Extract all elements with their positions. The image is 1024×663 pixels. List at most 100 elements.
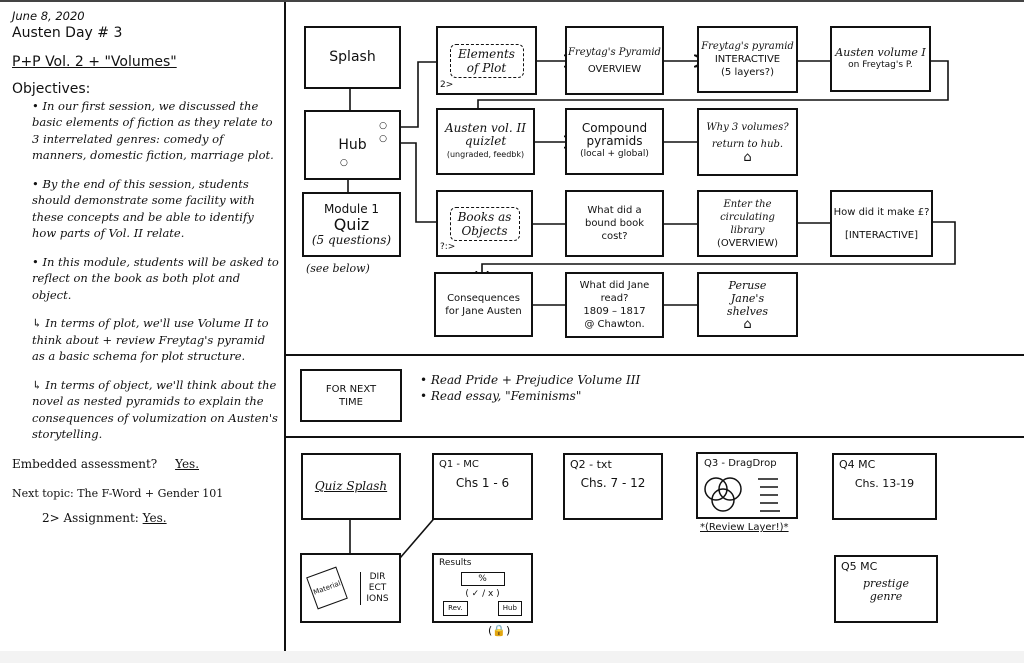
q2-sub: Chs. 7 - 12 (580, 476, 646, 490)
objectives-label: Objectives: (12, 80, 91, 97)
results-title: Results (439, 558, 472, 568)
elements-corner: 2> (440, 80, 454, 90)
freytag-interactive-screen[interactable]: Freytag's pyramid INTERACTIVE (5 layers?) (697, 26, 798, 93)
q2-screen[interactable]: Q2 - txt Chs. 7 - 12 (563, 453, 663, 520)
results-screen[interactable]: Results % ( ✓ / x ) Rev. Hub (432, 553, 533, 623)
consequences-title: Consequences for Jane Austen (445, 292, 522, 317)
library-sub: (OVERVIEW) (716, 237, 779, 249)
directions-screen[interactable]: Material DIR ECT IONS (300, 553, 401, 623)
freytag-interactive-title: Freytag's pyramid (701, 41, 794, 52)
splash-label: Splash (329, 49, 376, 65)
quiz-note: (see below) (306, 262, 370, 275)
quiz-line3: (5 questions) (311, 232, 392, 247)
for-next-time-box: FOR NEXT TIME (300, 369, 402, 422)
freytag-overview-title: Freytag's Pyramid (568, 46, 661, 58)
notes-date: June 8, 2020 (12, 9, 85, 23)
next-time-item: • Read Pride + Prejudice Volume III (420, 373, 641, 387)
embedded-label: Embedded assessment? (12, 456, 158, 471)
circulating-library-screen[interactable]: Enter the circulating library (OVERVIEW) (697, 190, 798, 257)
next-time-label: FOR NEXT TIME (325, 383, 377, 408)
home-icon[interactable]: ⌂ (743, 151, 751, 164)
notes-day: Austen Day # 3 (12, 24, 123, 41)
q1-screen[interactable]: Q1 - MC Chs 1 - 6 (432, 453, 533, 520)
make-sub: [INTERACTIVE] (844, 229, 919, 241)
books-corner: ?:> (440, 242, 456, 252)
quiz-line1: Module 1 (323, 201, 380, 216)
compound-pyramids-screen[interactable]: Compound pyramids (local + global) (565, 108, 664, 175)
q4-sub: Chs. 13-19 (854, 477, 915, 490)
assignment-value: Yes. (142, 510, 167, 525)
q4-screen[interactable]: Q4 MC Chs. 13-19 (832, 453, 937, 520)
embedded-value: Yes. (175, 456, 200, 471)
library-title: Enter the circulating library (720, 198, 775, 236)
jane-read-years: 1809 – 1817 (583, 306, 646, 317)
cost-title: What did a bound book cost? (584, 205, 645, 242)
freytag-overview-screen[interactable]: Freytag's Pyramid OVERVIEW (565, 26, 664, 95)
quizlet-title: Austen vol. II quizlet (445, 121, 526, 148)
venn-diagram-icon (704, 476, 780, 512)
next-topic: Next topic: The F-Word + Gender 101 (12, 486, 224, 500)
why-three-volumes-screen[interactable]: Why 3 volumes? return to hub. ⌂ (697, 108, 798, 176)
jane-read-title: What did Jane read? (579, 280, 650, 304)
q5-screen[interactable]: Q5 MC prestige genre (834, 555, 938, 623)
how-make-money-screen[interactable]: How did it make £? [INTERACTIVE] (830, 190, 933, 257)
peruse-shelves-screen[interactable]: Peruse Jane's shelves ⌂ (697, 272, 798, 337)
objective: ↳ In terms of object, we'll think about … (32, 377, 278, 442)
home-icon[interactable]: ⌂ (743, 318, 751, 331)
jane-read-place: @ Chawton. (584, 319, 645, 330)
elements-of-plot-screen[interactable]: Elements of Plot 2> (436, 26, 537, 95)
compound-sub: (local + global) (580, 149, 649, 159)
compound-title: Compound pyramids (581, 121, 648, 148)
bound-book-cost-screen[interactable]: What did a bound book cost? (565, 190, 664, 257)
module-quiz-screen[interactable]: Module 1 Quiz (5 questions) (302, 192, 401, 257)
lock-icon: (🔒) (488, 624, 511, 637)
jane-read-screen[interactable]: What did Jane read? 1809 – 1817 @ Chawton. (565, 272, 664, 338)
q4-title: Q4 MC (839, 458, 876, 471)
hub-button-icon: ○ (340, 158, 348, 168)
quizlet-screen[interactable]: Austen vol. II quizlet (ungraded, feedbk) (436, 108, 535, 175)
next-time-item: • Read essay, "Feminisms" (420, 389, 582, 403)
freytag-interactive-sub: INTERACTIVE (714, 54, 781, 65)
freytag-overview-sub: OVERVIEW (587, 63, 642, 75)
books-label: Books as Objects (449, 206, 520, 241)
hub-screen[interactable]: Hub ○ ○ ○ (304, 110, 401, 180)
directions-text: DIR ECT IONS (359, 571, 391, 605)
score-percent: % (460, 572, 505, 586)
why3-title: Why 3 volumes? (706, 121, 789, 133)
notes-topic: P+P Vol. 2 + "Volumes" (12, 53, 177, 70)
make-title: How did it make £? (833, 206, 930, 218)
objective: • In this module, students will be asked… (32, 254, 279, 302)
review-button[interactable]: Rev. (443, 601, 468, 616)
quizlet-sub: (ungraded, feedbk) (446, 150, 525, 159)
freytag-interactive-note: (5 layers?) (721, 67, 774, 78)
elements-label: Elements of Plot (449, 43, 524, 78)
books-as-objects-screen[interactable]: Books as Objects ?:> (436, 190, 533, 257)
hub-button[interactable]: Hub (497, 601, 522, 616)
material-panel: Material (305, 566, 348, 610)
consequences-screen[interactable]: Consequences for Jane Austen (434, 272, 533, 337)
splash-screen[interactable]: Splash (304, 26, 401, 89)
quiz-splash-label: Quiz Splash (314, 479, 388, 493)
austen-vol1-screen[interactable]: Austen volume Ion Freytag's P. (830, 26, 931, 92)
score-marks: ( ✓ / x ) (465, 589, 500, 599)
objective: • In our first session, we discussed the… (32, 98, 274, 163)
objective: • By the end of this session, students s… (32, 176, 255, 241)
q1-title: Q1 - MC (439, 459, 479, 470)
q5-title: Q5 MC (841, 560, 878, 573)
why3-sub: return to hub. (711, 138, 784, 150)
peruse-title: Peruse Jane's shelves (726, 278, 769, 318)
assignment-label: 2> Assignment: (42, 510, 139, 525)
q1-sub: Chs 1 - 6 (455, 476, 510, 490)
lesson-notes: June 8, 2020 Austen Day # 3 P+P Vol. 2 +… (12, 8, 280, 526)
q3-screen[interactable]: Q3 - DragDrop (696, 452, 798, 519)
austen-vol1-title: Austen volume I (835, 46, 926, 59)
q3-note: *(Review Layer!)* (700, 522, 789, 533)
objective: ↳ In terms of plot, we'll use Volume II … (32, 316, 269, 363)
q5-sub: prestige genre (863, 577, 909, 603)
q2-title: Q2 - txt (570, 458, 612, 471)
quiz-splash-screen[interactable]: Quiz Splash (301, 453, 401, 520)
hub-button-icon: ○ ○ (379, 121, 387, 144)
hub-label: Hub (338, 136, 367, 153)
q3-title: Q3 - DragDrop (704, 458, 777, 469)
next-time-list: • Read Pride + Prejudice Volume III • Re… (420, 372, 640, 404)
